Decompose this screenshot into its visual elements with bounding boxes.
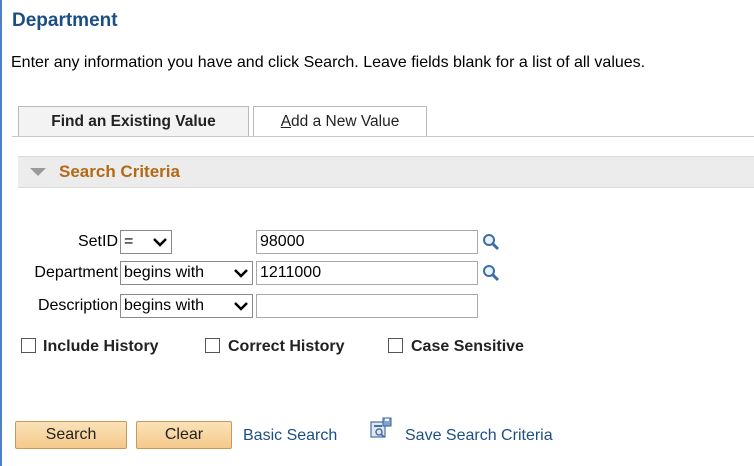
department-label: Department xyxy=(34,264,118,281)
chevron-down-icon xyxy=(234,302,248,311)
setid-label: SetID xyxy=(77,233,118,250)
tab-divider xyxy=(12,136,754,137)
triangle-down-icon[interactable] xyxy=(30,168,46,176)
description-label: Description xyxy=(37,297,118,314)
description-operator-select[interactable]: begins with xyxy=(120,294,253,318)
tab-label: Find an Existing Value xyxy=(51,113,216,130)
select-value: begins with xyxy=(124,297,205,314)
section-title: Search Criteria xyxy=(59,162,180,181)
tab-find-existing-value[interactable]: Find an Existing Value xyxy=(18,106,249,136)
page-title: Department xyxy=(12,10,118,31)
setid-operator-select[interactable]: = xyxy=(120,230,172,254)
search-criteria-header: Search Criteria xyxy=(18,156,754,188)
select-value: = xyxy=(124,233,134,250)
department-input[interactable] xyxy=(256,261,478,285)
clear-button[interactable]: Clear xyxy=(136,421,232,449)
tab-accesskey: A xyxy=(280,113,292,130)
save-search-icon[interactable] xyxy=(370,417,392,439)
page-left-border xyxy=(0,0,2,466)
case-sensitive-checkbox[interactable] xyxy=(388,338,403,353)
instructions-text: Enter any information you have and click… xyxy=(11,54,646,71)
correct-history-checkbox[interactable] xyxy=(205,338,220,353)
select-value: begins with xyxy=(124,264,205,281)
basic-search-link[interactable]: Basic Search xyxy=(243,427,337,445)
setid-input[interactable] xyxy=(256,230,478,254)
include-history-checkbox[interactable] xyxy=(21,338,36,353)
include-history-label: Include History xyxy=(43,338,159,355)
department-operator-select[interactable]: begins with xyxy=(120,261,253,285)
tab-label: dd a New Value xyxy=(291,113,400,130)
magnifier-icon[interactable] xyxy=(482,264,500,282)
tab-add-new-value[interactable]: Add a New Value xyxy=(253,106,427,136)
case-sensitive-label: Case Sensitive xyxy=(411,338,524,355)
save-search-criteria-link[interactable]: Save Search Criteria xyxy=(405,427,553,445)
correct-history-label: Correct History xyxy=(228,338,345,355)
magnifier-icon[interactable] xyxy=(482,233,500,251)
description-input[interactable] xyxy=(256,294,478,318)
search-button[interactable]: Search xyxy=(15,421,127,449)
chevron-down-icon xyxy=(153,238,167,247)
chevron-down-icon xyxy=(234,269,248,278)
